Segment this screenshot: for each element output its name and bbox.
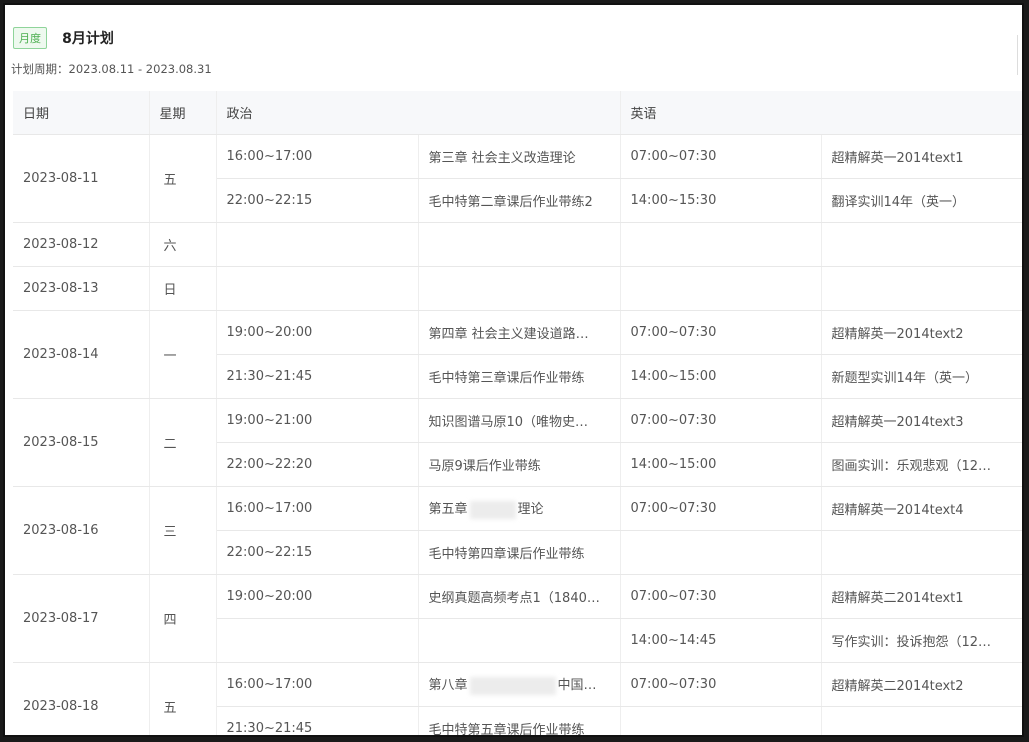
plan-header: 月度 8月计划 xyxy=(13,27,114,49)
english-task-cell[interactable]: 翻译实训14年（英一） xyxy=(821,178,1022,223)
english-time-cell[interactable]: 07:00~07:30 xyxy=(620,134,822,179)
weekday-cell: 五 xyxy=(149,662,217,735)
monthly-tag: 月度 xyxy=(13,27,47,49)
politics-time-cell[interactable]: 21:30~21:45 xyxy=(216,354,419,399)
weekday-cell: 二 xyxy=(149,398,217,487)
english-time-cell[interactable] xyxy=(620,222,822,267)
politics-task-cell[interactable]: 第八章 中国… xyxy=(418,662,621,707)
date-cell: 2023-08-15 xyxy=(13,398,150,487)
scroll-indicator xyxy=(1013,35,1018,75)
weekday-cell: 日 xyxy=(149,266,217,311)
english-task-cell[interactable]: 超精解英一2014text4 xyxy=(821,486,1022,531)
politics-task-text: 第五章 xyxy=(428,502,468,518)
redacted-text xyxy=(469,676,556,695)
politics-task-cell[interactable] xyxy=(418,618,621,663)
english-task-cell[interactable]: 超精解英一2014text1 xyxy=(821,134,1022,179)
col-politics: 政治 xyxy=(216,91,621,135)
politics-task-cell[interactable]: 第三章 社会主义改造理论 xyxy=(418,134,621,179)
english-time-cell[interactable]: 07:00~07:30 xyxy=(620,662,822,707)
table-row: 2023-08-17 四 19:00~20:00 史纲真题高频考点1（1840… 07:… xyxy=(13,574,1022,663)
politics-task-cell[interactable]: 毛中特第五章课后作业带练 xyxy=(418,706,621,735)
politics-task-text: 第八章 xyxy=(428,678,468,694)
plan-period: 计划周期：2023.08.11 - 2023.08.31 xyxy=(11,62,212,76)
english-time-cell[interactable]: 07:00~07:30 xyxy=(620,398,822,443)
politics-time-cell[interactable]: 19:00~21:00 xyxy=(216,398,419,443)
col-week: 星期 xyxy=(149,91,217,135)
politics-time-cell[interactable] xyxy=(216,266,419,311)
politics-time-cell[interactable]: 19:00~20:00 xyxy=(216,310,419,355)
politics-time-cell[interactable] xyxy=(216,618,419,663)
english-time-cell[interactable]: 07:00~07:30 xyxy=(620,310,822,355)
table-row: 2023-08-14 一 19:00~20:00 第四章 社会主义建设道路… 07:00… xyxy=(13,310,1022,399)
redacted-text xyxy=(469,500,516,519)
politics-task-cell[interactable]: 毛中特第三章课后作业带练 xyxy=(418,354,621,399)
date-cell: 2023-08-14 xyxy=(13,310,150,399)
table-row: 2023-08-18 五 16:00~17:00 第八章 中国… 07:00~07:30 超… xyxy=(13,662,1022,735)
english-task-cell[interactable]: 新题型实训14年（英一） xyxy=(821,354,1022,399)
date-cell: 2023-08-18 xyxy=(13,662,150,735)
politics-task-cell[interactable]: 毛中特第四章课后作业带练 xyxy=(418,530,621,575)
english-task-cell[interactable]: 超精解英二2014text1 xyxy=(821,574,1022,619)
col-english: 英语 xyxy=(620,91,1022,135)
date-cell: 2023-08-12 xyxy=(13,222,150,267)
politics-time-cell[interactable]: 22:00~22:20 xyxy=(216,442,419,487)
date-cell: 2023-08-16 xyxy=(13,486,150,575)
plan-card: 月度 8月计划 计划周期：2023.08.11 - 2023.08.31 日期 … xyxy=(3,3,1024,737)
date-cell: 2023-08-17 xyxy=(13,574,150,663)
english-task-cell[interactable] xyxy=(821,706,1022,735)
table-row: 2023-08-16 三 16:00~17:00 第五章 理论 07:00~07:30 超精… xyxy=(13,486,1022,575)
english-task-cell[interactable] xyxy=(821,530,1022,575)
plan-title: 8月计划 xyxy=(62,31,114,47)
english-time-cell[interactable]: 14:00~14:45 xyxy=(620,618,822,663)
english-time-cell[interactable]: 14:00~15:00 xyxy=(620,442,822,487)
politics-task-cell[interactable]: 第五章 理论 xyxy=(418,486,621,531)
politics-task-cell[interactable] xyxy=(418,222,621,267)
english-time-cell[interactable]: 07:00~07:30 xyxy=(620,574,822,619)
table-row: 2023-08-15 二 19:00~21:00 知识图谱马原10（唯物史… 07:00… xyxy=(13,398,1022,487)
date-cell: 2023-08-11 xyxy=(13,134,150,223)
weekday-cell: 四 xyxy=(149,574,217,663)
politics-task-cell[interactable]: 第四章 社会主义建设道路… xyxy=(418,310,621,355)
english-task-cell[interactable]: 写作实训：投诉抱怨（12… xyxy=(821,618,1022,663)
english-time-cell[interactable]: 14:00~15:30 xyxy=(620,178,822,223)
table-row: 2023-08-11 五 16:00~17:00 第三章 社会主义改造理论 07:00~… xyxy=(13,134,1022,223)
plan-table: 日期 星期 政治 英语 2023-08-11 五 16:00~17:00 第三章 社会… xyxy=(13,91,1022,735)
politics-task-cell[interactable]: 史纲真题高频考点1（1840… xyxy=(418,574,621,619)
politics-task-text-end: 理论 xyxy=(517,502,544,518)
politics-task-cell[interactable]: 马原9课后作业带练 xyxy=(418,442,621,487)
weekday-cell: 六 xyxy=(149,222,217,267)
table-header-row: 日期 星期 政治 英语 xyxy=(13,91,1022,135)
politics-task-cell[interactable]: 知识图谱马原10（唯物史… xyxy=(418,398,621,443)
politics-time-cell[interactable]: 16:00~17:00 xyxy=(216,662,419,707)
weekday-cell: 三 xyxy=(149,486,217,575)
politics-task-cell[interactable] xyxy=(418,266,621,311)
politics-time-cell[interactable]: 21:30~21:45 xyxy=(216,706,419,735)
politics-task-cell[interactable]: 毛中特第二章课后作业带练2 xyxy=(418,178,621,223)
english-time-cell[interactable] xyxy=(620,266,822,311)
english-time-cell[interactable]: 14:00~15:00 xyxy=(620,354,822,399)
english-time-cell[interactable]: 07:00~07:30 xyxy=(620,486,822,531)
politics-time-cell[interactable]: 16:00~17:00 xyxy=(216,134,419,179)
weekday-cell: 五 xyxy=(149,134,217,223)
table-row: 2023-08-13 日 xyxy=(13,266,1022,311)
english-task-cell[interactable] xyxy=(821,266,1022,311)
table-row: 2023-08-12 六 xyxy=(13,222,1022,267)
english-time-cell[interactable] xyxy=(620,706,822,735)
politics-time-cell[interactable]: 22:00~22:15 xyxy=(216,530,419,575)
english-task-cell[interactable]: 图画实训：乐观悲观（12… xyxy=(821,442,1022,487)
politics-task-text-end: 中国… xyxy=(557,678,597,694)
politics-time-cell[interactable] xyxy=(216,222,419,267)
date-cell: 2023-08-13 xyxy=(13,266,150,311)
politics-time-cell[interactable]: 22:00~22:15 xyxy=(216,178,419,223)
english-task-cell[interactable]: 超精解英一2014text2 xyxy=(821,310,1022,355)
english-task-cell[interactable]: 超精解英二2014text2 xyxy=(821,662,1022,707)
politics-time-cell[interactable]: 19:00~20:00 xyxy=(216,574,419,619)
weekday-cell: 一 xyxy=(149,310,217,399)
english-task-cell[interactable] xyxy=(821,222,1022,267)
col-date: 日期 xyxy=(13,91,150,135)
english-task-cell[interactable]: 超精解英一2014text3 xyxy=(821,398,1022,443)
politics-time-cell[interactable]: 16:00~17:00 xyxy=(216,486,419,531)
english-time-cell[interactable] xyxy=(620,530,822,575)
